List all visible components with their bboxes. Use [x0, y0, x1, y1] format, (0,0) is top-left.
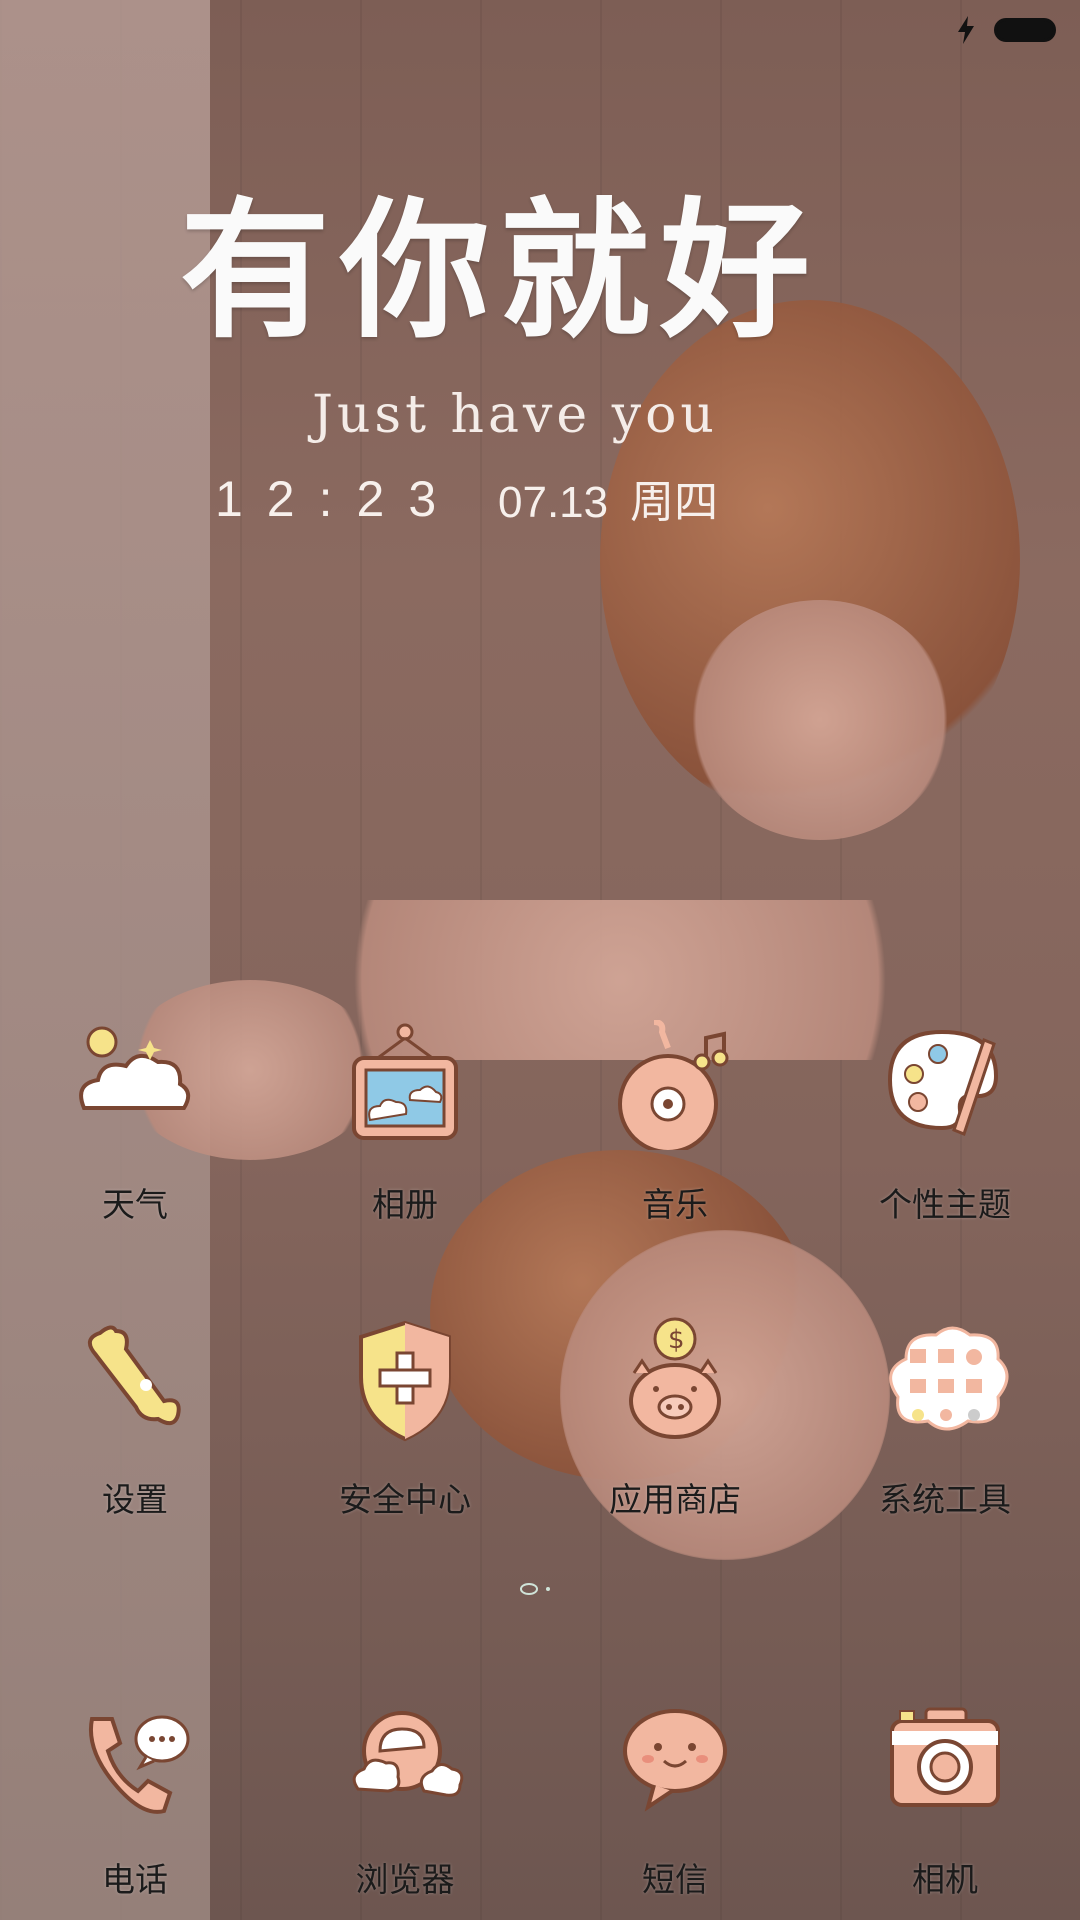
- app-label: 音乐: [642, 1185, 708, 1224]
- app-label: 电话: [102, 1860, 168, 1899]
- app-label: 个性主题: [879, 1185, 1011, 1224]
- app-label: 系统工具: [879, 1480, 1011, 1519]
- app-messages[interactable]: 短信: [540, 1695, 810, 1901]
- wallpaper-face-top: [690, 600, 950, 840]
- messages-icon: [610, 1695, 740, 1825]
- app-weather[interactable]: 天气: [0, 1020, 270, 1226]
- gallery-icon: [340, 1020, 470, 1150]
- app-gallery[interactable]: 相册: [270, 1020, 540, 1226]
- widget-date: 07.13 周四: [498, 466, 718, 530]
- app-label: 相册: [372, 1185, 438, 1224]
- widget-weekday: 周四: [630, 478, 719, 527]
- themes-icon: [880, 1020, 1010, 1150]
- settings-icon: [70, 1315, 200, 1445]
- battery-icon: [994, 18, 1056, 42]
- app-store-icon: $: [610, 1315, 740, 1445]
- app-label: 天气: [102, 1185, 168, 1224]
- phone-icon: [70, 1695, 200, 1825]
- app-security-center[interactable]: 安全中心: [270, 1315, 540, 1521]
- app-system-tools[interactable]: 系统工具: [810, 1315, 1080, 1521]
- app-row-2: 设置 安全中心 $ 应用商店 系统工具: [0, 1315, 1080, 1521]
- app-camera[interactable]: 相机: [810, 1695, 1080, 1901]
- music-icon: [610, 1020, 740, 1150]
- app-label: 相机: [912, 1860, 978, 1899]
- app-label: 安全中心: [339, 1480, 471, 1519]
- widget-title: 有你就好: [179, 183, 820, 359]
- widget-date-value: 07.13: [498, 478, 609, 527]
- app-label: 浏览器: [355, 1860, 455, 1899]
- svg-text:$: $: [668, 1325, 685, 1355]
- status-bar: [0, 0, 1080, 60]
- browser-icon: [340, 1695, 470, 1825]
- app-phone[interactable]: 电话: [0, 1695, 270, 1901]
- app-settings[interactable]: 设置: [0, 1315, 270, 1521]
- security-center-icon: [340, 1315, 470, 1445]
- app-music[interactable]: 音乐: [540, 1020, 810, 1226]
- page-indicator[interactable]: [518, 1582, 558, 1596]
- charging-bolt-icon: [958, 16, 974, 44]
- app-row-1: 天气 相册 音乐 个性主题: [0, 1020, 1080, 1226]
- app-label: 短信: [642, 1860, 708, 1899]
- widget-time: 12:23: [215, 471, 461, 527]
- widget-subtitle: Just have you: [312, 385, 718, 445]
- app-browser[interactable]: 浏览器: [270, 1695, 540, 1901]
- weather-icon: [70, 1020, 200, 1150]
- app-app-store[interactable]: $ 应用商店: [540, 1315, 810, 1521]
- app-themes[interactable]: 个性主题: [810, 1020, 1080, 1226]
- camera-icon: [880, 1695, 1010, 1825]
- system-tools-icon: [880, 1315, 1010, 1445]
- app-label: 应用商店: [609, 1480, 741, 1519]
- dock: 电话 浏览器 短信 相机: [0, 1695, 1080, 1901]
- app-label: 设置: [102, 1480, 168, 1519]
